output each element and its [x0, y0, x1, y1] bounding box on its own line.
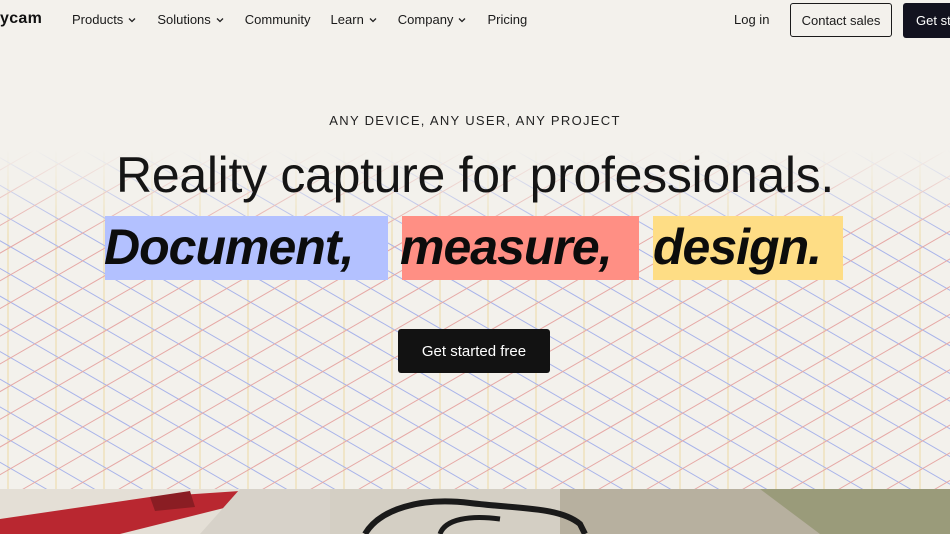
nav-item-products[interactable]: Products	[72, 12, 137, 27]
get-started-free-button[interactable]: Get started free	[398, 329, 550, 373]
chevron-down-icon	[369, 17, 377, 22]
tagline-document: Document,	[104, 219, 354, 275]
top-navigation: ycam Products Solutions Community Learn …	[0, 0, 950, 42]
hero-photo	[0, 489, 950, 534]
chevron-down-icon	[216, 17, 224, 22]
tagline-measure: measure,	[400, 219, 613, 275]
contact-sales-button[interactable]: Contact sales	[790, 3, 892, 37]
nav-item-label: Solutions	[157, 12, 211, 27]
nav-item-solutions[interactable]: Solutions	[157, 12, 224, 27]
main-menu: Products Solutions Community Learn Compa…	[72, 12, 547, 27]
nav-item-learn[interactable]: Learn	[331, 12, 378, 27]
get-started-nav-button[interactable]: Get st	[903, 3, 950, 38]
hero-headline: Reality capture for professionals.	[116, 147, 834, 203]
nav-item-label: Community	[244, 12, 311, 27]
nav-item-pricing[interactable]: Pricing	[487, 12, 527, 27]
chevron-down-icon	[458, 17, 466, 22]
login-link[interactable]: Log in	[734, 12, 769, 27]
tagline-design: design.	[653, 219, 822, 275]
brand-logo[interactable]: ycam	[0, 10, 42, 28]
nav-item-community[interactable]: Community	[245, 12, 311, 27]
nav-item-label: Products	[72, 12, 124, 27]
nav-item-company[interactable]: Company	[398, 12, 468, 27]
nav-item-label: Pricing	[487, 12, 528, 27]
chevron-down-icon	[128, 17, 136, 22]
hero-eyebrow: ANY DEVICE, ANY USER, ANY PROJECT	[329, 113, 621, 128]
nav-item-label: Company	[397, 12, 454, 27]
nav-item-label: Learn	[330, 12, 364, 27]
